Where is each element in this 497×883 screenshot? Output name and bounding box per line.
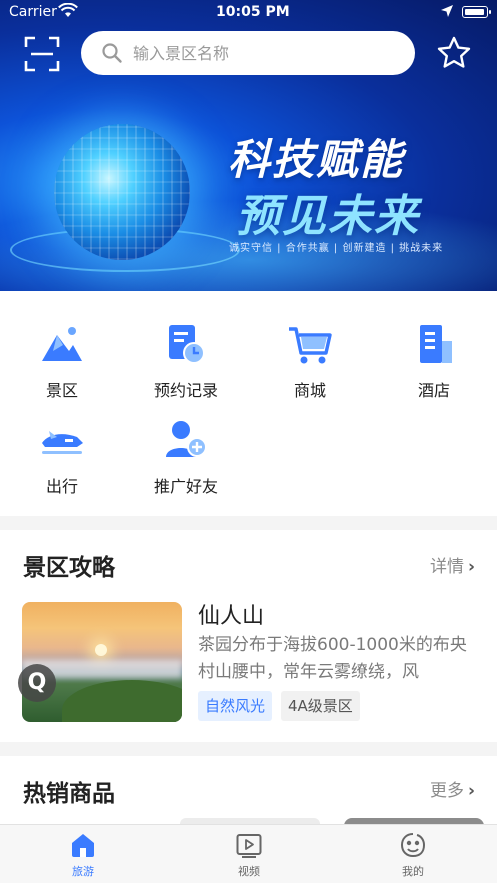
clock-time: 10:05 PM	[216, 4, 290, 20]
building-icon	[420, 325, 452, 363]
carrier-label: Carrier	[9, 4, 57, 20]
menu-item-travel[interactable]: 出行	[0, 417, 124, 497]
menu-label: 酒店	[417, 381, 450, 400]
location-arrow-icon	[441, 5, 453, 17]
tab-bar: 旅游 视频 我的	[0, 824, 497, 883]
menu-label: 推广好友	[153, 477, 218, 496]
tab-video[interactable]: 视频	[209, 831, 289, 879]
more-label: 更多	[429, 781, 464, 801]
spot-name[interactable]: 仙人山	[198, 598, 264, 630]
add-user-icon	[166, 421, 207, 457]
scan-icon[interactable]	[24, 36, 60, 72]
tab-travel[interactable]: 旅游	[43, 831, 123, 879]
document-clock-icon	[169, 325, 205, 364]
menu-label: 商城	[293, 381, 326, 400]
wifi-icon	[58, 3, 78, 17]
search-bar[interactable]	[81, 31, 415, 75]
video-play-icon	[236, 834, 262, 858]
spot-tag: 4A级景区	[281, 691, 360, 721]
tech-globe-image	[54, 124, 190, 260]
banner-slogan: 诚实守信 | 合作共赢 | 创新建造 | 挑战未来	[229, 243, 444, 254]
menu-label: 预约记录	[153, 381, 218, 400]
scenic-guide-section: 景区攻略 详情 › Q 仙人山 茶园分布于海拔600-1000米的布央村山腰中，常…	[0, 530, 497, 742]
tab-label: 旅游	[72, 865, 94, 878]
menu-item-invite-friends[interactable]: 推广好友	[124, 417, 248, 497]
chevron-right-icon: ›	[467, 781, 475, 801]
menu-item-mall[interactable]: 商城	[248, 321, 372, 401]
train-icon	[42, 431, 83, 454]
details-label: 详情	[429, 557, 464, 577]
q-badge-icon[interactable]: Q	[18, 664, 56, 702]
battery-icon	[462, 6, 491, 18]
spot-description: 茶园分布于海拔600-1000米的布央村山腰中，常年云雾缭绕，风	[198, 635, 467, 682]
menu-item-booking-records[interactable]: 预约记录	[124, 321, 248, 401]
star-favorite-icon[interactable]	[436, 35, 472, 71]
tab-label: 我的	[402, 865, 424, 878]
search-icon	[102, 43, 122, 63]
thumb-overlay: Q	[18, 602, 182, 722]
chevron-right-icon: ›	[467, 557, 475, 577]
hot-goods-more-link[interactable]: 更多 ›	[430, 776, 475, 801]
tab-label: 视频	[238, 865, 260, 878]
menu-item-scenic[interactable]: 景区	[0, 321, 124, 401]
section-title: 景区攻略	[23, 555, 115, 581]
search-input[interactable]	[133, 43, 403, 63]
shopping-cart-icon	[289, 327, 332, 364]
mountain-icon	[42, 327, 82, 361]
face-icon	[400, 833, 426, 858]
banner-headline-1: 科技赋能	[228, 135, 405, 184]
tab-mine[interactable]: 我的	[373, 831, 453, 879]
home-icon	[72, 834, 94, 857]
banner-headline-2: 预见未来	[236, 191, 420, 242]
guide-details-link[interactable]: 详情 ›	[430, 552, 475, 577]
status-bar: Carrier 10:05 PM	[0, 0, 497, 26]
spot-tag: 自然风光	[198, 691, 273, 721]
menu-item-hotel[interactable]: 酒店	[372, 321, 496, 401]
section-title: 热销商品	[23, 781, 115, 807]
menu-label: 景区	[45, 381, 78, 400]
quick-menu: 景区 预约记录 商城 酒店 出行 推广好友	[0, 291, 497, 516]
menu-label: 出行	[45, 477, 78, 496]
